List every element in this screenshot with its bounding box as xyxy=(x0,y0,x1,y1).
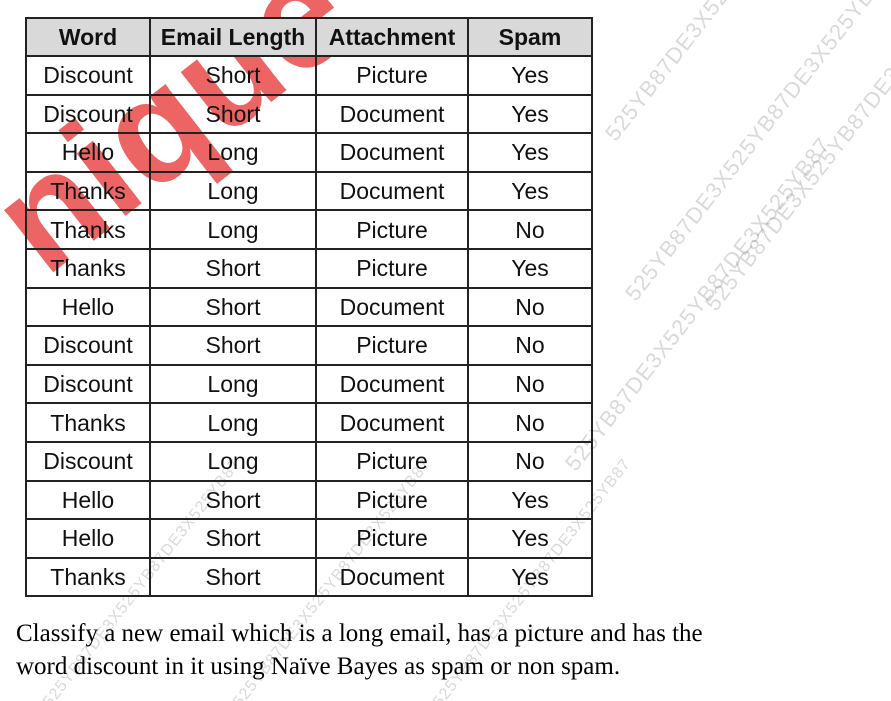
cell-spam: No xyxy=(467,325,593,366)
cell-attachment: Picture xyxy=(315,247,469,289)
column-header-attachment: Attachment xyxy=(315,17,469,57)
cell-word: Discount xyxy=(25,440,151,482)
cell-email-length: Short xyxy=(149,325,317,366)
cell-word: Hello xyxy=(25,286,151,328)
table-header-row: Word Email Length Attachment Spam xyxy=(25,17,593,57)
cell-word: Thanks xyxy=(25,170,151,212)
column-header-spam: Spam xyxy=(467,17,593,57)
cell-word: Discount xyxy=(25,363,151,405)
column-header-word: Word xyxy=(25,17,151,57)
table-row: Thanks Short Picture Yes xyxy=(25,247,593,289)
cell-spam: Yes xyxy=(467,170,593,212)
cell-word: Thanks xyxy=(25,209,151,250)
cell-attachment: Document xyxy=(315,93,469,135)
grey-watermark: 525YB87DE3X525YB87DE3X525YB87 xyxy=(560,132,836,476)
cell-spam: Yes xyxy=(467,556,593,598)
cell-email-length: Long xyxy=(149,132,317,173)
cell-attachment: Document xyxy=(315,402,469,443)
cell-word: Hello xyxy=(25,479,151,521)
cell-spam: Yes xyxy=(467,247,593,289)
cell-email-length: Short xyxy=(149,556,317,598)
table-body: Discount Short Picture Yes Discount Short Docu… xyxy=(25,55,593,598)
grey-watermark: 525YB87DE3X525YB87DE3X525YB87 xyxy=(700,0,891,316)
cell-email-length: Short xyxy=(149,479,317,521)
cell-attachment: Document xyxy=(315,363,469,405)
training-data-table: Word Email Length Attachment Spam Discou… xyxy=(25,17,593,598)
cell-attachment: Picture xyxy=(315,479,469,521)
cell-spam: No xyxy=(467,440,593,482)
cell-email-length: Short xyxy=(149,247,317,289)
cell-spam: Yes xyxy=(467,93,593,135)
table-row: Discount Short Document Yes xyxy=(25,93,593,135)
question-line: word discount in it using Naïve Bayes as… xyxy=(16,653,621,680)
table-row: Hello Long Document Yes xyxy=(25,132,593,173)
cell-spam: No xyxy=(467,402,593,443)
table-row: Hello Short Picture Yes xyxy=(25,518,593,559)
cell-word: Thanks xyxy=(25,247,151,289)
cell-word: Discount xyxy=(25,93,151,135)
cell-attachment: Picture xyxy=(315,518,469,559)
table-row: Thanks Long Document Yes xyxy=(25,170,593,212)
cell-word: Discount xyxy=(25,55,151,96)
question-text: Classify a new email which is a long ema… xyxy=(16,617,876,683)
cell-attachment: Picture xyxy=(315,209,469,250)
cell-word: Discount xyxy=(25,325,151,366)
cell-spam: No xyxy=(467,286,593,328)
question-line: Classify a new email which is a long ema… xyxy=(16,620,703,647)
grey-watermark: 525YB87DE3X525YB87DE3X525YB87 xyxy=(620,0,891,306)
cell-spam: Yes xyxy=(467,55,593,96)
cell-word: Hello xyxy=(25,132,151,173)
document-page: nique 525YB87DE3X525YB87DE3X525YB87 525Y… xyxy=(0,0,891,701)
cell-attachment: Picture xyxy=(315,325,469,366)
table-row: Discount Long Picture No xyxy=(25,440,593,482)
cell-attachment: Document xyxy=(315,132,469,173)
table-row: Thanks Long Document No xyxy=(25,402,593,443)
cell-email-length: Long xyxy=(149,363,317,405)
cell-attachment: Picture xyxy=(315,55,469,96)
table-row: Discount Long Document No xyxy=(25,363,593,405)
table-row: Thanks Short Document Yes xyxy=(25,556,593,598)
cell-spam: Yes xyxy=(467,518,593,559)
cell-email-length: Short xyxy=(149,55,317,96)
cell-email-length: Short xyxy=(149,93,317,135)
cell-attachment: Document xyxy=(315,556,469,598)
cell-attachment: Document xyxy=(315,170,469,212)
cell-word: Hello xyxy=(25,518,151,559)
cell-email-length: Long xyxy=(149,440,317,482)
table-row: Discount Short Picture Yes xyxy=(25,55,593,96)
table-row: Discount Short Picture No xyxy=(25,325,593,366)
cell-spam: No xyxy=(467,209,593,250)
cell-word: Thanks xyxy=(25,556,151,598)
cell-email-length: Long xyxy=(149,209,317,250)
cell-spam: Yes xyxy=(467,479,593,521)
grey-watermark: 525YB87DE3X525YB87DE3X525YB87 xyxy=(600,0,876,146)
cell-attachment: Picture xyxy=(315,440,469,482)
table-row: Hello Short Picture Yes xyxy=(25,479,593,521)
cell-email-length: Short xyxy=(149,518,317,559)
cell-word: Thanks xyxy=(25,402,151,443)
table-row: Hello Short Document No xyxy=(25,286,593,328)
cell-email-length: Short xyxy=(149,286,317,328)
cell-email-length: Long xyxy=(149,402,317,443)
cell-email-length: Long xyxy=(149,170,317,212)
column-header-email-length: Email Length xyxy=(149,17,317,57)
cell-spam: No xyxy=(467,363,593,405)
cell-attachment: Document xyxy=(315,286,469,328)
cell-spam: Yes xyxy=(467,132,593,173)
table-row: Thanks Long Picture No xyxy=(25,209,593,250)
